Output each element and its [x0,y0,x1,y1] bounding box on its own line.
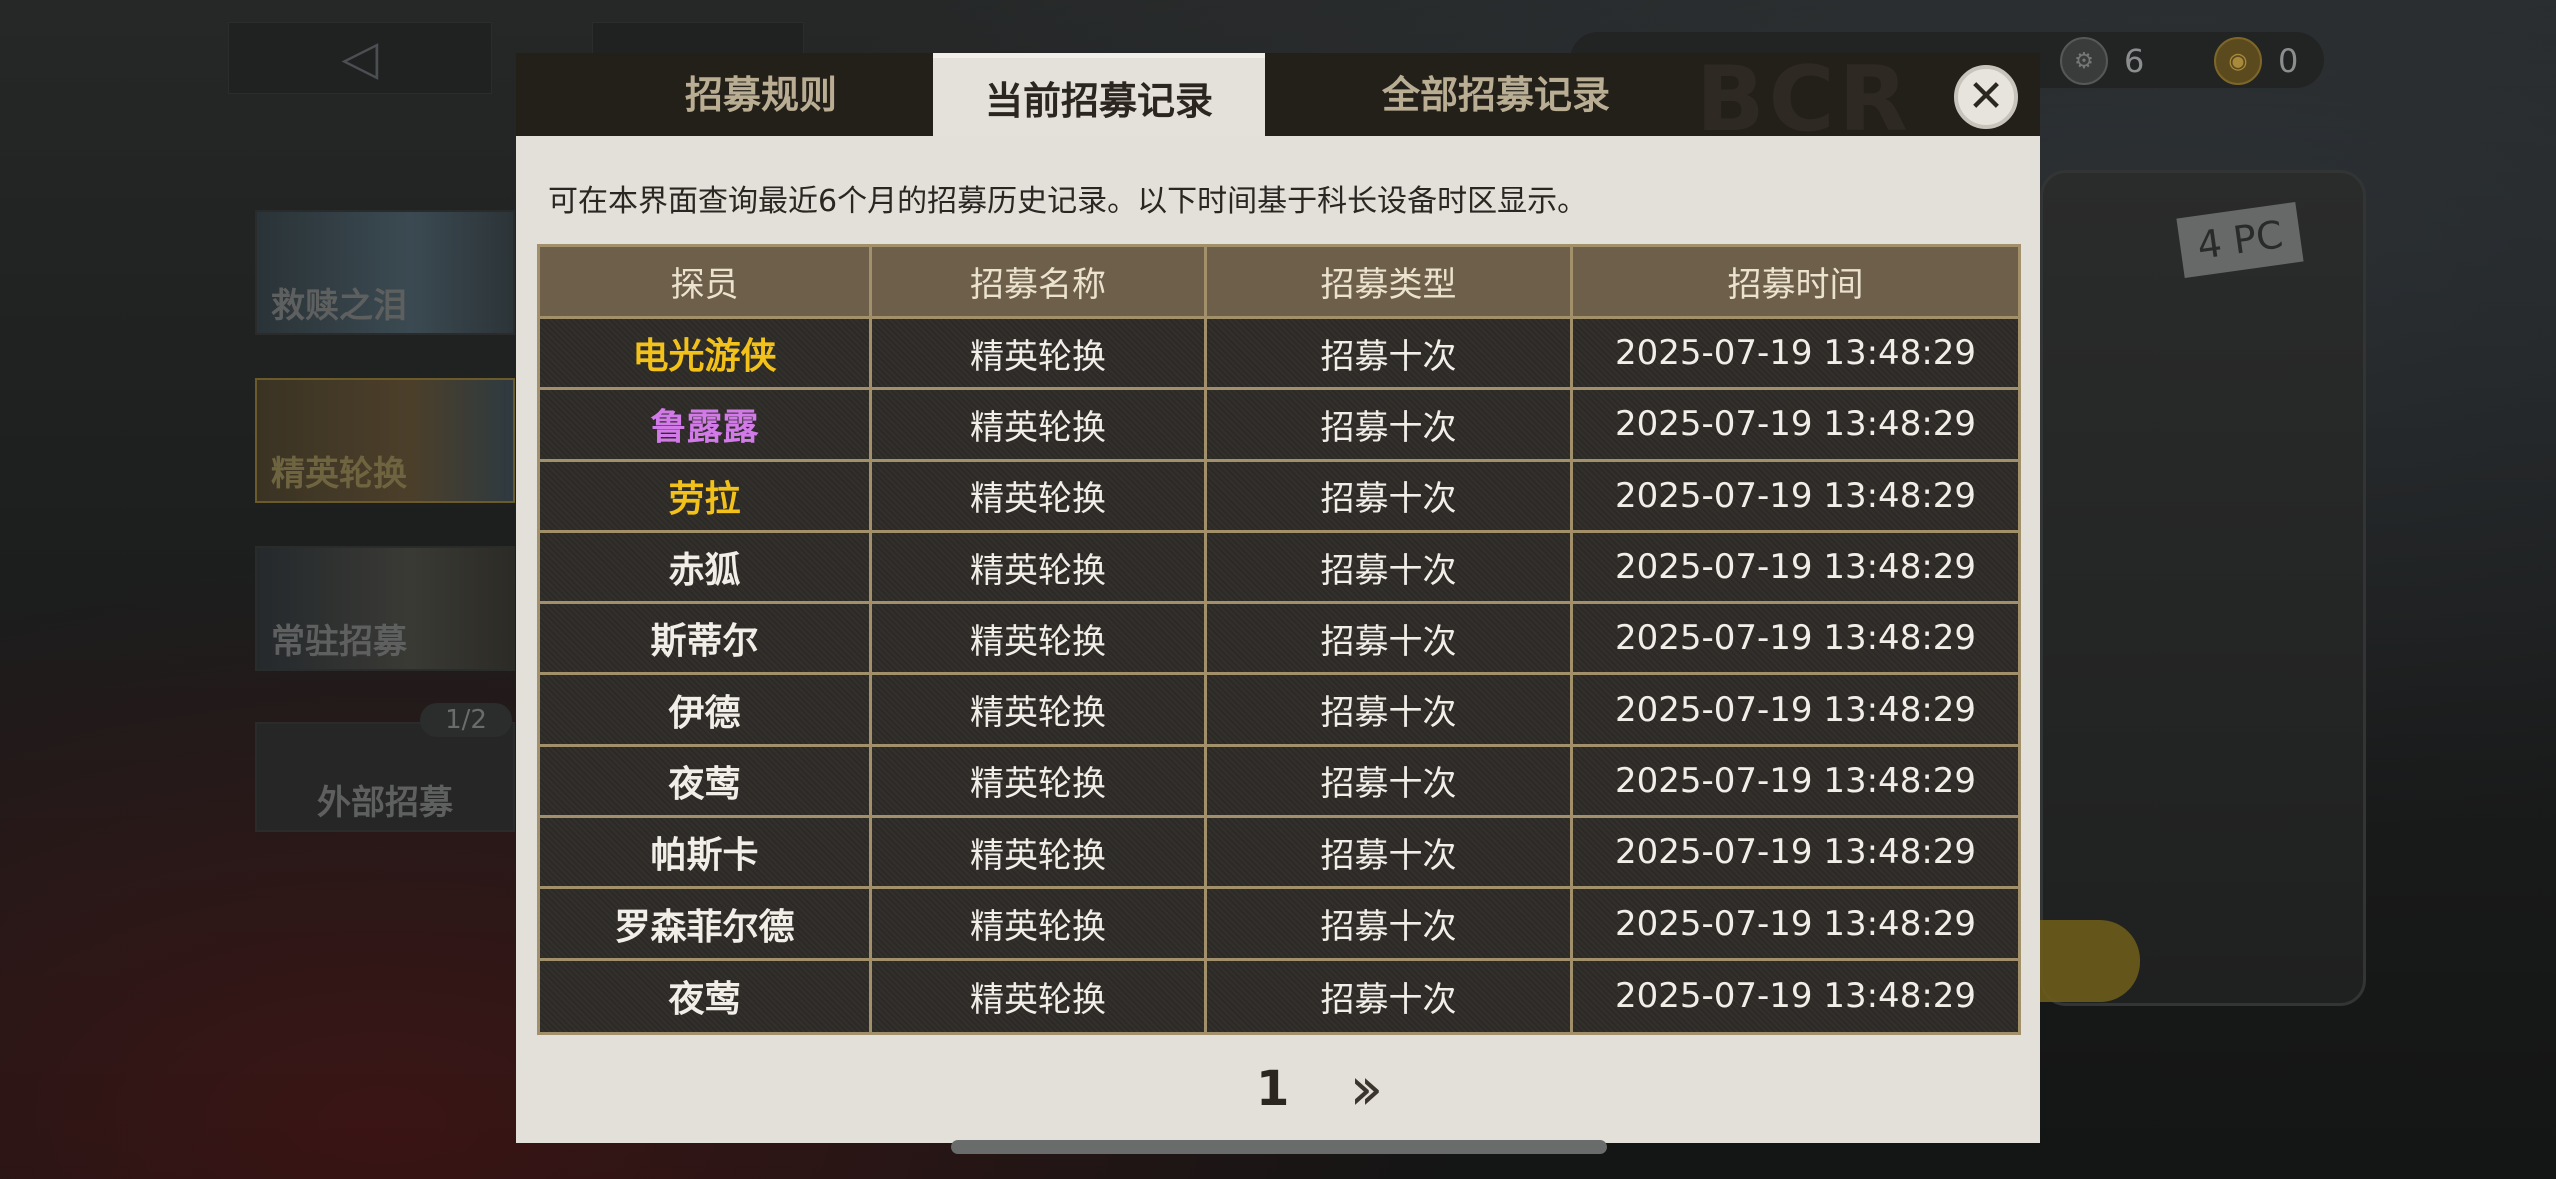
table-row: 夜莺 精英轮换 招募十次 2025-07-19 13:48:29 [540,746,2018,819]
recruit-time: 2025-07-19 13:48:29 [1614,760,1977,801]
banner-external[interactable]: 外部招募 [255,722,515,832]
header-agent: 探员 [540,247,872,316]
double-chevron-right-icon[interactable]: ›› [1349,1059,1383,1119]
agent-name: 劳拉 [540,461,872,530]
banner-standard[interactable]: 常驻招募 [255,546,515,671]
header-recruit-time: 招募时间 [1727,265,1864,305]
recruit-name: 精英轮换 [872,390,1207,459]
recruit-name: 精英轮换 [872,604,1207,673]
table-row: 电光游侠 精英轮换 招募十次 2025-07-19 13:48:29 [540,319,2018,391]
agent-name: 罗森菲尔德 [540,889,872,958]
table-row: 斯蒂尔 精英轮换 招募十次 2025-07-19 13:48:29 [540,604,2018,676]
recruit-time: 2025-07-19 13:48:29 [1614,547,1977,588]
currency-gear-value: 6 [2124,42,2145,80]
recruit-time: 2025-07-19 13:48:29 [1614,475,1977,516]
recruit-type: 招募十次 [1207,461,1573,530]
close-icon: ✕ [1967,71,2005,122]
recruit-time: 2025-07-19 13:48:29 [1614,903,1977,944]
records-table: 探员 招募名称 招募类型 招募时间 电光游侠 精英轮换 招募十次 2025-07-19… [537,244,2021,1035]
agent-name: 电光游侠 [540,319,872,388]
recruit-name: 精英轮换 [872,532,1207,602]
banner-tears[interactable]: 救赎之泪 [255,210,515,335]
header-recruit-type: 招募类型 [1207,247,1573,316]
recruit-name: 精英轮换 [872,746,1207,816]
recruit-name: 精英轮换 [872,960,1207,1032]
close-button[interactable]: ✕ [1954,65,2018,129]
recruit-time: 2025-07-19 13:48:29 [1614,404,1977,445]
back-arrow-icon: ◁ [341,30,379,86]
recruit-time: 2025-07-19 13:48:29 [1614,618,1977,659]
banner-elite-rotation[interactable]: 精英轮换 [255,378,515,503]
table-row: 劳拉 精英轮换 招募十次 2025-07-19 13:48:29 [540,461,2018,533]
background-yellow-tab [2040,920,2140,1002]
recruit-type: 招募十次 [1207,960,1573,1032]
recruit-record-modal: 招募规则 当前招募记录 全部招募记录 BCR ✕ 可在本界面查询最近6个月的招募… [516,47,2040,1143]
header-recruit-name: 招募名称 [872,247,1207,316]
bottom-scrollbar[interactable] [951,1140,1607,1154]
gear-coin-icon: ⚙ [2060,37,2108,85]
gold-coin-icon: ◉ [2214,37,2262,85]
external-count-badge: 1/2 [420,703,512,737]
tab-recruit-rules[interactable]: 招募规则 [586,53,936,136]
currency-gear[interactable]: ⚙ 6 [2060,34,2144,88]
recruit-name: 精英轮换 [872,319,1207,388]
table-row: 夜莺 精英轮换 招募十次 2025-07-19 13:48:29 [540,960,2018,1032]
recruit-type: 招募十次 [1207,604,1573,673]
agent-name: 夜莺 [540,960,872,1032]
table-row: 罗森菲尔德 精英轮换 招募十次 2025-07-19 13:48:29 [540,889,2018,961]
agent-name: 鲁露露 [540,390,872,459]
background-device [2040,170,2366,1006]
banner-label: 救赎之泪 [271,286,407,326]
agent-name: 夜莺 [540,746,872,816]
banner-label: 精英轮换 [271,454,407,494]
recruit-time: 2025-07-19 13:48:29 [1614,976,1977,1017]
notice-text: 可在本界面查询最近6个月的招募历史记录。以下时间基于科长设备时区显示。 [548,184,1588,219]
table-row: 帕斯卡 精英轮换 招募十次 2025-07-19 13:48:29 [540,818,2018,890]
agent-name: 赤狐 [540,532,872,602]
currency-gold-value: 0 [2278,42,2299,80]
recruit-type: 招募十次 [1207,818,1573,887]
agent-name: 斯蒂尔 [540,604,872,673]
recruit-type: 招募十次 [1207,390,1573,459]
recruit-time: 2025-07-19 13:48:29 [1614,333,1977,374]
recruit-type: 招募十次 [1207,889,1573,958]
pagination: 1 ›› [1256,1059,1383,1119]
page-number[interactable]: 1 [1256,1061,1289,1117]
banner-label: 常驻招募 [271,622,407,662]
agent-name: 帕斯卡 [540,818,872,887]
table-row: 赤狐 精英轮换 招募十次 2025-07-19 13:48:29 [540,532,2018,605]
table-row: 鲁露露 精英轮换 招募十次 2025-07-19 13:48:29 [540,390,2018,462]
recruit-type: 招募十次 [1207,319,1573,388]
modal-tab-bar: 招募规则 当前招募记录 全部招募记录 BCR ✕ [516,47,2040,152]
recruit-name: 精英轮换 [872,818,1207,887]
recruit-name: 精英轮换 [872,889,1207,958]
recruit-time: 2025-07-19 13:48:29 [1614,832,1977,873]
agent-name: 伊德 [540,675,872,744]
currency-gold[interactable]: ◉ 0 [2214,34,2298,88]
recruit-type: 招募十次 [1207,675,1573,744]
recruit-time: 2025-07-19 13:48:29 [1614,689,1977,730]
modal-content: 可在本界面查询最近6个月的招募历史记录。以下时间基于科长设备时区显示。 探员 招… [516,136,2040,1143]
tab-current-records[interactable]: 当前招募记录 [933,53,1265,138]
tab-all-records[interactable]: 全部招募记录 [1296,53,1696,136]
table-header-row: 探员 招募名称 招募类型 招募时间 [540,247,2018,319]
recruit-type: 招募十次 [1207,746,1573,816]
recruit-name: 精英轮换 [872,675,1207,744]
recruit-type: 招募十次 [1207,532,1573,602]
table-row: 伊德 精英轮换 招募十次 2025-07-19 13:48:29 [540,675,2018,747]
recruit-name: 精英轮换 [872,461,1207,530]
banner-label: 外部招募 [317,783,453,823]
back-button[interactable]: ◁ [228,22,492,94]
